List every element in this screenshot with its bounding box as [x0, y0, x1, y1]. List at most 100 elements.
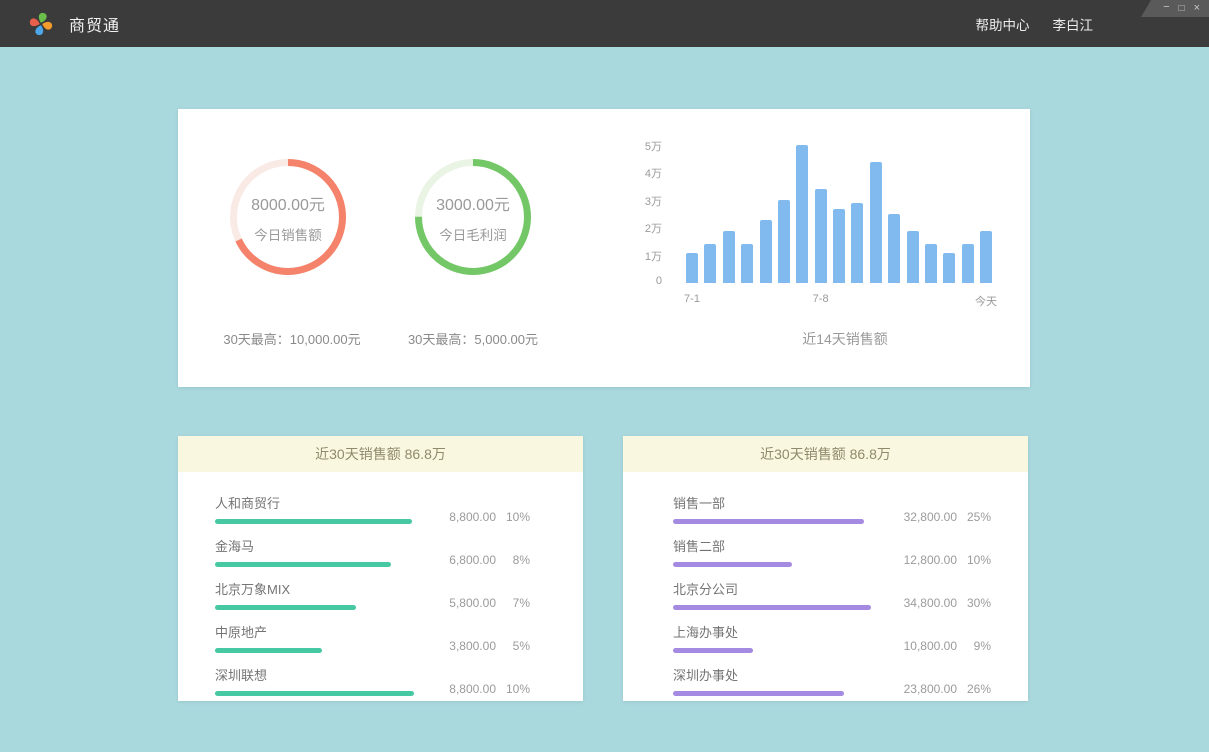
rank-row-percent: 10% [957, 553, 991, 567]
rank-row-percent: 26% [957, 682, 991, 696]
rank-row-label: 北京分公司 [673, 579, 871, 598]
today-sales-label: 今日销售额 [254, 224, 322, 244]
minimize-icon[interactable]: − [1163, 2, 1169, 13]
chart-bar [833, 209, 845, 283]
today-sales-value: 8000.00元 [251, 191, 325, 215]
y-tick-label: 0 [630, 275, 662, 287]
top-nav: 帮助中心 李白江 [976, 0, 1094, 47]
rank-row-label: 人和商贸行 [215, 493, 412, 512]
rank-row-bar [215, 691, 414, 696]
sales-14day-bar-chart: 5万4万3万2万1万0 7-17-8今天 [630, 133, 1002, 333]
chart-bar [907, 231, 919, 283]
rank-row-bar [673, 648, 753, 653]
rank-row-label: 金海马 [215, 536, 391, 555]
rank-row: 人和商贸行 8,800.0010% [215, 493, 530, 524]
rank-row-bar [215, 648, 322, 653]
profit-30day-max: 30天最高：5,000.00元 [373, 329, 573, 348]
rank-row-bar [673, 691, 844, 696]
x-tick-label: 7-8 [799, 293, 843, 305]
rank-row-percent: 10% [496, 510, 530, 524]
rank-row-bar [673, 562, 792, 567]
rank-row-percent: 30% [957, 596, 991, 610]
x-tick-label: 今天 [964, 293, 1008, 309]
rank-row: 深圳联想8,800.0010% [215, 665, 530, 696]
x-tick-label: 7-1 [670, 293, 714, 305]
rank-row-label: 中原地产 [215, 622, 322, 641]
rank-row-label: 深圳联想 [215, 665, 414, 684]
rank-row-label: 销售二部 [673, 536, 792, 555]
rank-row: 北京分公司 34,800.0030% [673, 579, 991, 610]
window-controls: − □ × [1141, 0, 1209, 17]
rank-row-percent: 25% [957, 510, 991, 524]
rank-row-bar [215, 519, 412, 524]
rank-row-amount: 32,800.00 [877, 510, 957, 524]
chart-bar [796, 145, 808, 283]
rank-row: 金海马6,800.008% [215, 536, 530, 567]
rank-row-amount: 10,800.00 [877, 639, 957, 653]
rank-row-amount: 8,800.00 [416, 510, 496, 524]
chart-bar [870, 162, 882, 283]
today-profit-donut: 3000.00元 今日毛利润 [415, 159, 531, 275]
rank-row-amount: 5,800.00 [416, 596, 496, 610]
customer-sales-rank-card: 近30天销售额 86.8万 人和商贸行8,800.0010%金海马6,800.0… [178, 436, 583, 701]
chart-bar [980, 231, 992, 283]
rank-row-label: 北京万象MIX [215, 579, 356, 598]
chart-bar [778, 200, 790, 283]
today-profit-label: 今日毛利润 [439, 224, 507, 244]
y-tick-label: 4万 [630, 165, 662, 181]
chart-bar [686, 253, 698, 283]
sales-30day-max: 30天最高：10,000.00元 [190, 329, 394, 348]
rank-row-amount: 23,800.00 [877, 682, 957, 696]
rank-row-bar [215, 562, 391, 567]
rank-row: 销售一部 32,800.0025% [673, 493, 991, 524]
rank-row: 深圳办事处 23,800.0026% [673, 665, 991, 696]
rank-row-percent: 7% [496, 596, 530, 610]
rank-row-amount: 8,800.00 [416, 682, 496, 696]
rank-row: 北京万象MIX 5,800.007% [215, 579, 530, 610]
app-title: 商贸通 [69, 12, 120, 36]
y-tick-label: 5万 [630, 138, 662, 154]
chart-bar [851, 203, 863, 283]
chart-caption: 近14天销售额 [695, 329, 995, 349]
rank-row-amount: 12,800.00 [877, 553, 957, 567]
department-sales-rank-card: 近30天销售额 86.8万 销售一部 32,800.0025% 销售二部 12,800… [623, 436, 1028, 701]
chart-bar [888, 214, 900, 283]
rank-card-title: 近30天销售额 86.8万 [623, 436, 1028, 472]
y-tick-label: 2万 [630, 220, 662, 236]
overview-card: 8000.00元 今日销售额 30天最高：10,000.00元 3000.00元… [178, 109, 1030, 387]
close-icon[interactable]: × [1194, 3, 1200, 14]
user-menu[interactable]: 李白江 [1053, 14, 1094, 34]
maximize-icon[interactable]: □ [1179, 3, 1185, 14]
chart-bars [686, 144, 992, 283]
rank-card-rows: 销售一部 32,800.0025% 销售二部 12,800.0010% 北京分公司 34,… [623, 472, 1028, 696]
rank-row-percent: 10% [496, 682, 530, 696]
rank-row-amount: 6,800.00 [416, 553, 496, 567]
rank-row: 上海办事处 10,800.009% [673, 622, 991, 653]
chart-bar [760, 220, 772, 283]
rank-row-percent: 9% [957, 639, 991, 653]
chart-bar [962, 244, 974, 283]
today-sales-donut: 8000.00元 今日销售额 [230, 159, 346, 275]
y-tick-label: 3万 [630, 193, 662, 209]
rank-row-label: 深圳办事处 [673, 665, 844, 684]
y-tick-label: 1万 [630, 248, 662, 264]
rank-row-amount: 3,800.00 [416, 639, 496, 653]
rank-row-percent: 5% [496, 639, 530, 653]
chart-bar [943, 253, 955, 283]
help-center-link[interactable]: 帮助中心 [976, 14, 1030, 34]
chart-bar [741, 244, 753, 283]
rank-row-label: 上海办事处 [673, 622, 753, 641]
chart-bar [815, 189, 827, 283]
chart-bar [925, 244, 937, 283]
rank-row: 销售二部 12,800.0010% [673, 536, 991, 567]
rank-card-rows: 人和商贸行8,800.0010%金海马6,800.008%北京万象MIX5,80… [178, 472, 583, 696]
chart-bar [723, 231, 735, 283]
rank-row-bar [673, 605, 871, 610]
rank-row-amount: 34,800.00 [877, 596, 957, 610]
pinwheel-logo-icon [28, 11, 54, 37]
rank-row-bar [673, 519, 864, 524]
rank-row-label: 销售一部 [673, 493, 864, 512]
rank-card-title: 近30天销售额 86.8万 [178, 436, 583, 472]
chart-bar [704, 244, 716, 283]
rank-row: 中原地产 3,800.005% [215, 622, 530, 653]
